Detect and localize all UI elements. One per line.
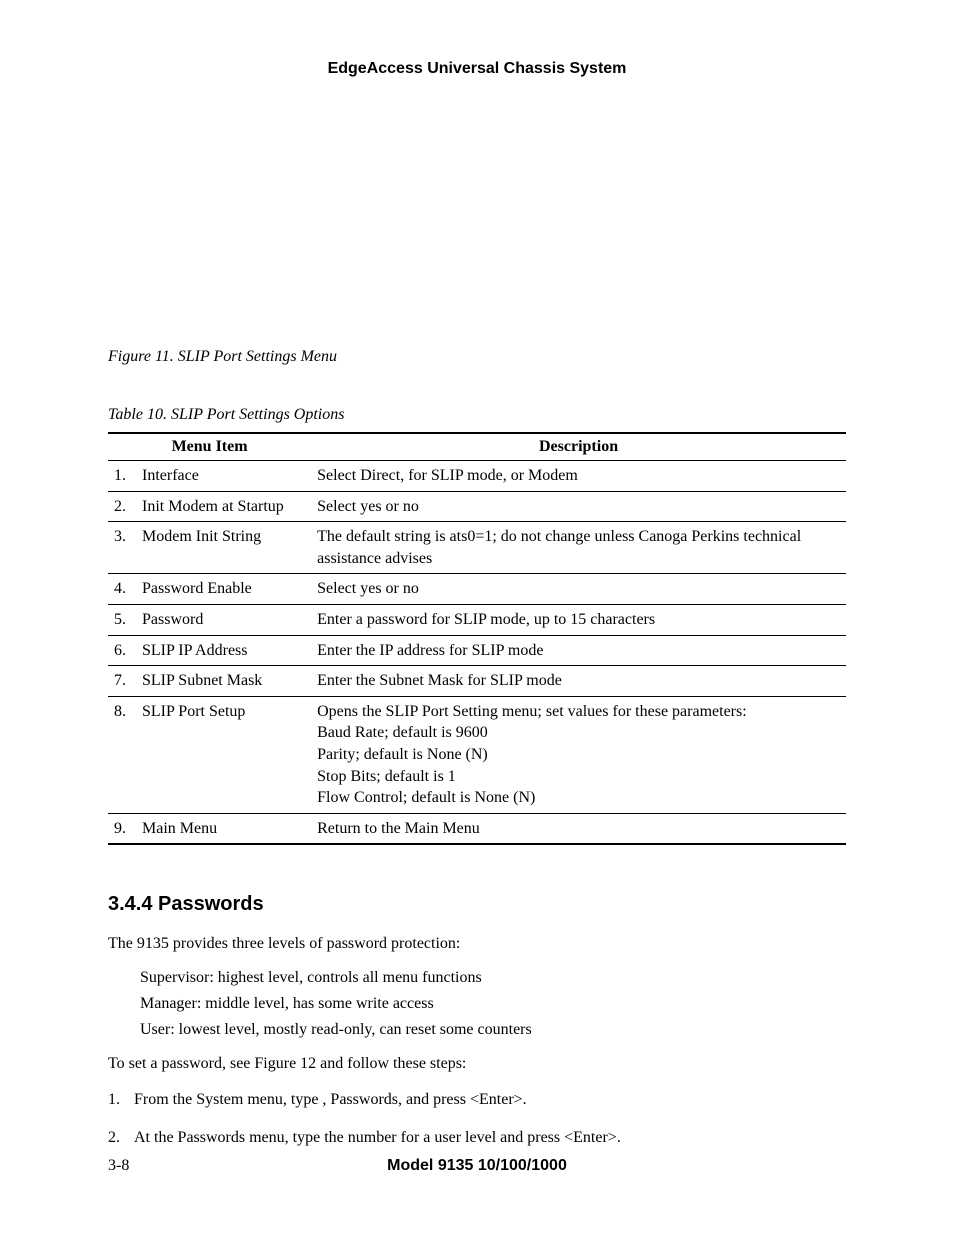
row-description: Return to the Main Menu [311,813,846,844]
figure-caption: Figure 11. SLIP Port Settings Menu [108,348,846,366]
row-number: 3. [108,522,136,574]
description-line: Select yes or no [317,496,840,518]
row-number: 5. [108,604,136,635]
page-header: EdgeAccess Universal Chassis System [108,60,846,78]
step-number: 2. [108,1126,134,1150]
row-description: The default string is ats0=1; do not cha… [311,522,846,574]
step-item: 1.From the System menu, type , Passwords… [108,1088,846,1112]
description-line: Select yes or no [317,578,840,600]
table-header-item: Menu Item [108,433,311,461]
row-number: 6. [108,635,136,666]
page-footer: 3-8 Model 9135 10/100/1000 [108,1157,846,1175]
row-item: SLIP IP Address [136,635,311,666]
row-item: Password Enable [136,574,311,605]
step-item: 2.At the Passwords menu, type the number… [108,1126,846,1150]
row-item: Init Modem at Startup [136,491,311,522]
step-number: 1. [108,1088,134,1112]
row-number: 2. [108,491,136,522]
level-item: Supervisor: highest level, controls all … [140,966,846,990]
row-number: 1. [108,461,136,492]
section-intro: The 9135 provides three levels of passwo… [108,932,846,956]
row-item: Main Menu [136,813,311,844]
section-heading: 3.4.4 Passwords [108,893,846,916]
table-row: 5.Password Enter a password for SLIP mode… [108,604,846,635]
description-line: The default string is ats0=1; do not cha… [317,526,840,569]
row-number: 7. [108,666,136,697]
description-line: Opens the SLIP Port Setting menu; set va… [317,701,840,723]
table-header-desc: Description [311,433,846,461]
table-row: 8.SLIP Port Setup Opens the SLIP Port Set… [108,696,846,813]
table-row: 6.SLIP IP Address Enter the IP address fo… [108,635,846,666]
table-caption: Table 10. SLIP Port Settings Options [108,406,846,424]
row-item: SLIP Subnet Mask [136,666,311,697]
step-text: At the Passwords menu, type the number f… [134,1126,621,1150]
description-line: Enter a password for SLIP mode, up to 15… [317,609,840,631]
row-item: Password [136,604,311,635]
level-item: Manager: middle level, has some write ac… [140,992,846,1016]
row-description: Select yes or no [311,491,846,522]
description-line: Flow Control; default is None (N) [317,787,840,809]
row-item: SLIP Port Setup [136,696,311,813]
row-description: Enter a password for SLIP mode, up to 15… [311,604,846,635]
description-line: Stop Bits; default is 1 [317,766,840,788]
row-description: Select Direct, for SLIP mode, or Modem [311,461,846,492]
row-number: 9. [108,813,136,844]
footer-model: Model 9135 10/100/1000 [108,1157,846,1175]
options-table: Menu Item Description 1.Interface Select … [108,432,846,845]
table-row: 1.Interface Select Direct, for SLIP mode,… [108,461,846,492]
step-text: From the System menu, type , Passwords, … [134,1088,527,1112]
row-item: Modem Init String [136,522,311,574]
description-line: Enter the Subnet Mask for SLIP mode [317,670,840,692]
row-description: Select yes or no [311,574,846,605]
table-row: 7.SLIP Subnet Mask Enter the Subnet Mask … [108,666,846,697]
description-line: Return to the Main Menu [317,818,840,840]
row-number: 4. [108,574,136,605]
row-description: Enter the Subnet Mask for SLIP mode [311,666,846,697]
table-row: 4.Password Enable Select yes or no [108,574,846,605]
row-number: 8. [108,696,136,813]
description-line: Enter the IP address for SLIP mode [317,640,840,662]
level-item: User: lowest level, mostly read-only, ca… [140,1018,846,1042]
table-row: 3.Modem Init StringThe default string is… [108,522,846,574]
row-description: Enter the IP address for SLIP mode [311,635,846,666]
table-row: 9.Main Menu Return to the Main Menu [108,813,846,844]
description-line: Parity; default is None (N) [317,744,840,766]
row-item: Interface [136,461,311,492]
steps-list: 1.From the System menu, type , Passwords… [108,1088,846,1150]
table-row: 2.Init Modem at Startup Select yes or no [108,491,846,522]
page-number: 3-8 [108,1157,129,1175]
description-line: Baud Rate; default is 9600 [317,722,840,744]
steps-intro: To set a password, see Figure 12 and fol… [108,1052,846,1076]
row-description: Opens the SLIP Port Setting menu; set va… [311,696,846,813]
description-line: Select Direct, for SLIP mode, or Modem [317,465,840,487]
levels-list: Supervisor: highest level, controls all … [140,966,846,1042]
